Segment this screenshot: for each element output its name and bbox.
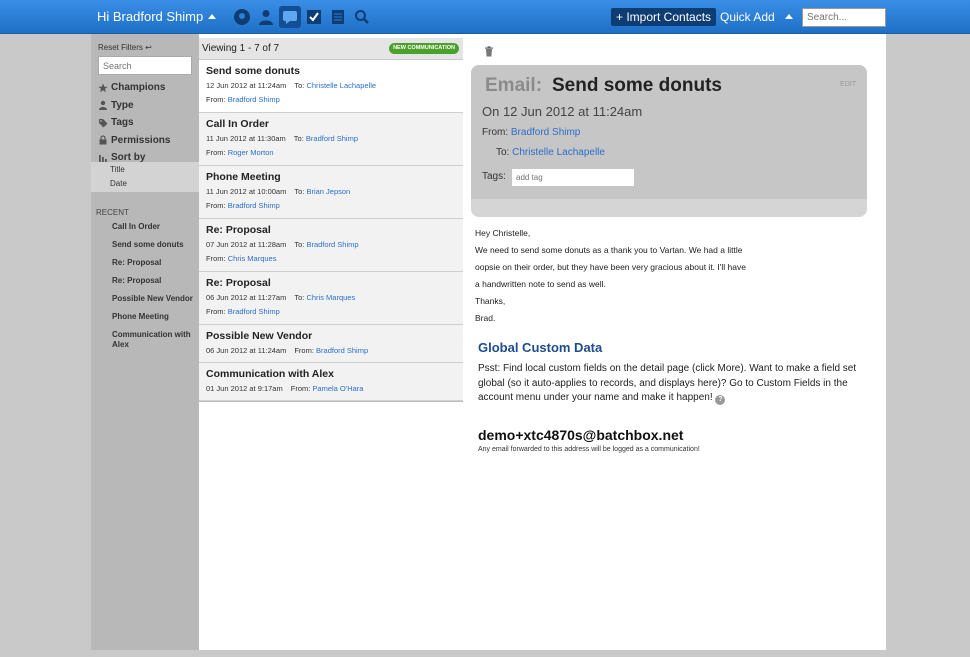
recent-item[interactable]: Re: Proposal [112, 258, 198, 268]
email-header-card: Email: Send some donuts EDIT On 12 Jun 2… [471, 65, 867, 217]
list-item[interactable]: Possible New Vendor 06 Jun 2012 at 11:24… [199, 325, 463, 363]
item-date: 11 Jun 2012 at 10:00am [206, 187, 287, 196]
global-search-input[interactable] [802, 8, 886, 27]
item-from-link[interactable]: Bradford Shimp [316, 346, 368, 355]
item-from-link[interactable]: Bradford Shimp [228, 201, 280, 210]
item-from-link[interactable]: Bradford Shimp [228, 95, 280, 104]
filter-champions[interactable]: Champions [98, 79, 199, 97]
item-date: 11 Jun 2012 at 11:30am [206, 134, 286, 143]
communication-detail-pane: Email: Send some donuts EDIT On 12 Jun 2… [463, 34, 886, 650]
person-icon [99, 101, 107, 111]
add-tag-input[interactable] [512, 169, 634, 186]
edit-link[interactable]: EDIT [840, 81, 856, 88]
email-to-link[interactable]: Christelle Lachapelle [512, 147, 605, 158]
help-icon[interactable]: ? [715, 395, 726, 405]
item-title: Phone Meeting [206, 171, 281, 183]
reset-filters-link[interactable]: Reset Filters ↩ [98, 43, 152, 52]
list-item[interactable]: Re: Proposal 06 Jun 2012 at 11:27am To: C… [199, 272, 463, 325]
sort-option-date[interactable]: Date [91, 177, 199, 190]
recent-list: Call In Order Send some donuts Re: Propo… [112, 222, 198, 358]
item-from-link[interactable]: Bradford Shimp [228, 307, 280, 316]
item-title: Communication with Alex [206, 368, 334, 380]
communication-list: Send some donuts 12 Jun 2012 at 11:24am T… [199, 60, 463, 402]
item-date: 06 Jun 2012 at 11:24am [206, 346, 287, 355]
item-from-link[interactable]: Roger Morton [228, 148, 274, 157]
trash-icon[interactable] [484, 44, 494, 62]
tags-label: Tags: [482, 171, 506, 182]
recent-item[interactable]: Phone Meeting [112, 312, 198, 322]
top-bar: Hi Bradford Shimp + Import Contacts Quic… [0, 0, 970, 34]
list-header: Viewing 1 - 7 of 7 NEW COMMUNICATION [199, 38, 463, 60]
recent-item[interactable]: Re: Proposal [112, 276, 198, 286]
global-custom-data-text: Psst: Find local custom fields on the de… [478, 363, 857, 405]
quick-add-menu[interactable]: Quick Add [720, 10, 793, 24]
star-icon [98, 83, 108, 93]
import-contacts-button[interactable]: + Import Contacts [611, 8, 717, 26]
item-title: Send some donuts [206, 65, 300, 77]
list-item[interactable]: Call In Order 11 Jun 2012 at 11:30am To: … [199, 113, 463, 166]
lock-icon [99, 135, 107, 145]
tasks-nav-icon[interactable] [303, 6, 325, 28]
filter-type[interactable]: Type [98, 97, 199, 115]
filter-sidebar: Reset Filters ↩ Champions Type Tags Perm… [91, 34, 199, 650]
email-from-link[interactable]: Bradford Shimp [511, 127, 580, 138]
filter-permissions[interactable]: Permissions [98, 132, 199, 150]
item-to-link[interactable]: Chris Marques [306, 293, 355, 302]
caret-up-icon [208, 14, 217, 19]
recent-heading: RECENT [96, 208, 129, 217]
email-subject: Send some donuts [552, 75, 722, 96]
dropbox-email-note: Any email forwarded to this address will… [478, 446, 700, 453]
nav-icons [231, 6, 373, 28]
item-title: Possible New Vendor [206, 330, 313, 342]
item-date: 01 Jun 2012 at 9:17am [206, 384, 283, 393]
filter-list: Champions Type Tags Permissions Sort by [98, 79, 199, 167]
viewing-count: Viewing 1 - 7 of 7 [202, 43, 280, 54]
communication-kind: Email: [485, 75, 543, 96]
list-item[interactable]: Send some donuts 12 Jun 2012 at 11:24am T… [199, 60, 463, 113]
list-item[interactable]: Communication with Alex 01 Jun 2012 at 9… [199, 363, 463, 401]
list-item[interactable]: Re: Proposal 07 Jun 2012 at 11:28am To: B… [199, 219, 463, 272]
recent-item[interactable]: Possible New Vendor [112, 294, 198, 304]
dropbox-email-address: demo+xtc4870s@batchbox.net [478, 427, 684, 443]
recent-item[interactable]: Send some donuts [112, 240, 198, 250]
sort-options: Title Date [91, 162, 199, 192]
new-communication-button[interactable]: NEW COMMUNICATION [389, 43, 459, 54]
item-title: Call In Order [206, 118, 270, 130]
item-to-link[interactable]: Christelle Lachapelle [306, 81, 376, 90]
champions-nav-icon[interactable] [231, 6, 253, 28]
item-date: 06 Jun 2012 at 11:27am [206, 293, 287, 302]
item-from-link[interactable]: Pamela O'Hara [312, 384, 363, 393]
item-to-link[interactable]: Bradford Shimp [306, 134, 358, 143]
item-to-link[interactable]: Bradford Shimp [306, 240, 358, 249]
tag-icon [99, 118, 108, 128]
item-title: Re: Proposal [206, 277, 271, 289]
list-item[interactable]: Phone Meeting 11 Jun 2012 at 10:00am To: … [199, 166, 463, 219]
search-icon[interactable] [351, 6, 373, 28]
email-date: On 12 Jun 2012 at 11:24am [482, 104, 643, 119]
recent-item[interactable]: Call In Order [112, 222, 198, 232]
item-date: 07 Jun 2012 at 11:28am [206, 240, 287, 249]
sort-option-title[interactable]: Title [91, 163, 199, 176]
filter-tags[interactable]: Tags [98, 114, 199, 132]
communications-nav-icon[interactable] [279, 6, 301, 28]
caret-up-icon [784, 14, 793, 19]
sidebar-search-input[interactable] [98, 56, 192, 75]
item-to-link[interactable]: Brian Jepson [306, 187, 350, 196]
item-from-link[interactable]: Chris Marques [228, 254, 277, 263]
contacts-nav-icon[interactable] [255, 6, 277, 28]
lists-nav-icon[interactable] [327, 6, 349, 28]
item-date: 12 Jun 2012 at 11:24am [206, 81, 287, 90]
recent-item[interactable]: Communication with Alex [112, 330, 198, 350]
global-custom-data-heading: Global Custom Data [478, 340, 603, 355]
email-body: Hey Christelle, We need to send some don… [475, 228, 746, 323]
item-title: Re: Proposal [206, 224, 271, 236]
communication-list-pane: Viewing 1 - 7 of 7 NEW COMMUNICATION Sen… [199, 34, 463, 650]
user-menu[interactable]: Hi Bradford Shimp [97, 9, 217, 24]
